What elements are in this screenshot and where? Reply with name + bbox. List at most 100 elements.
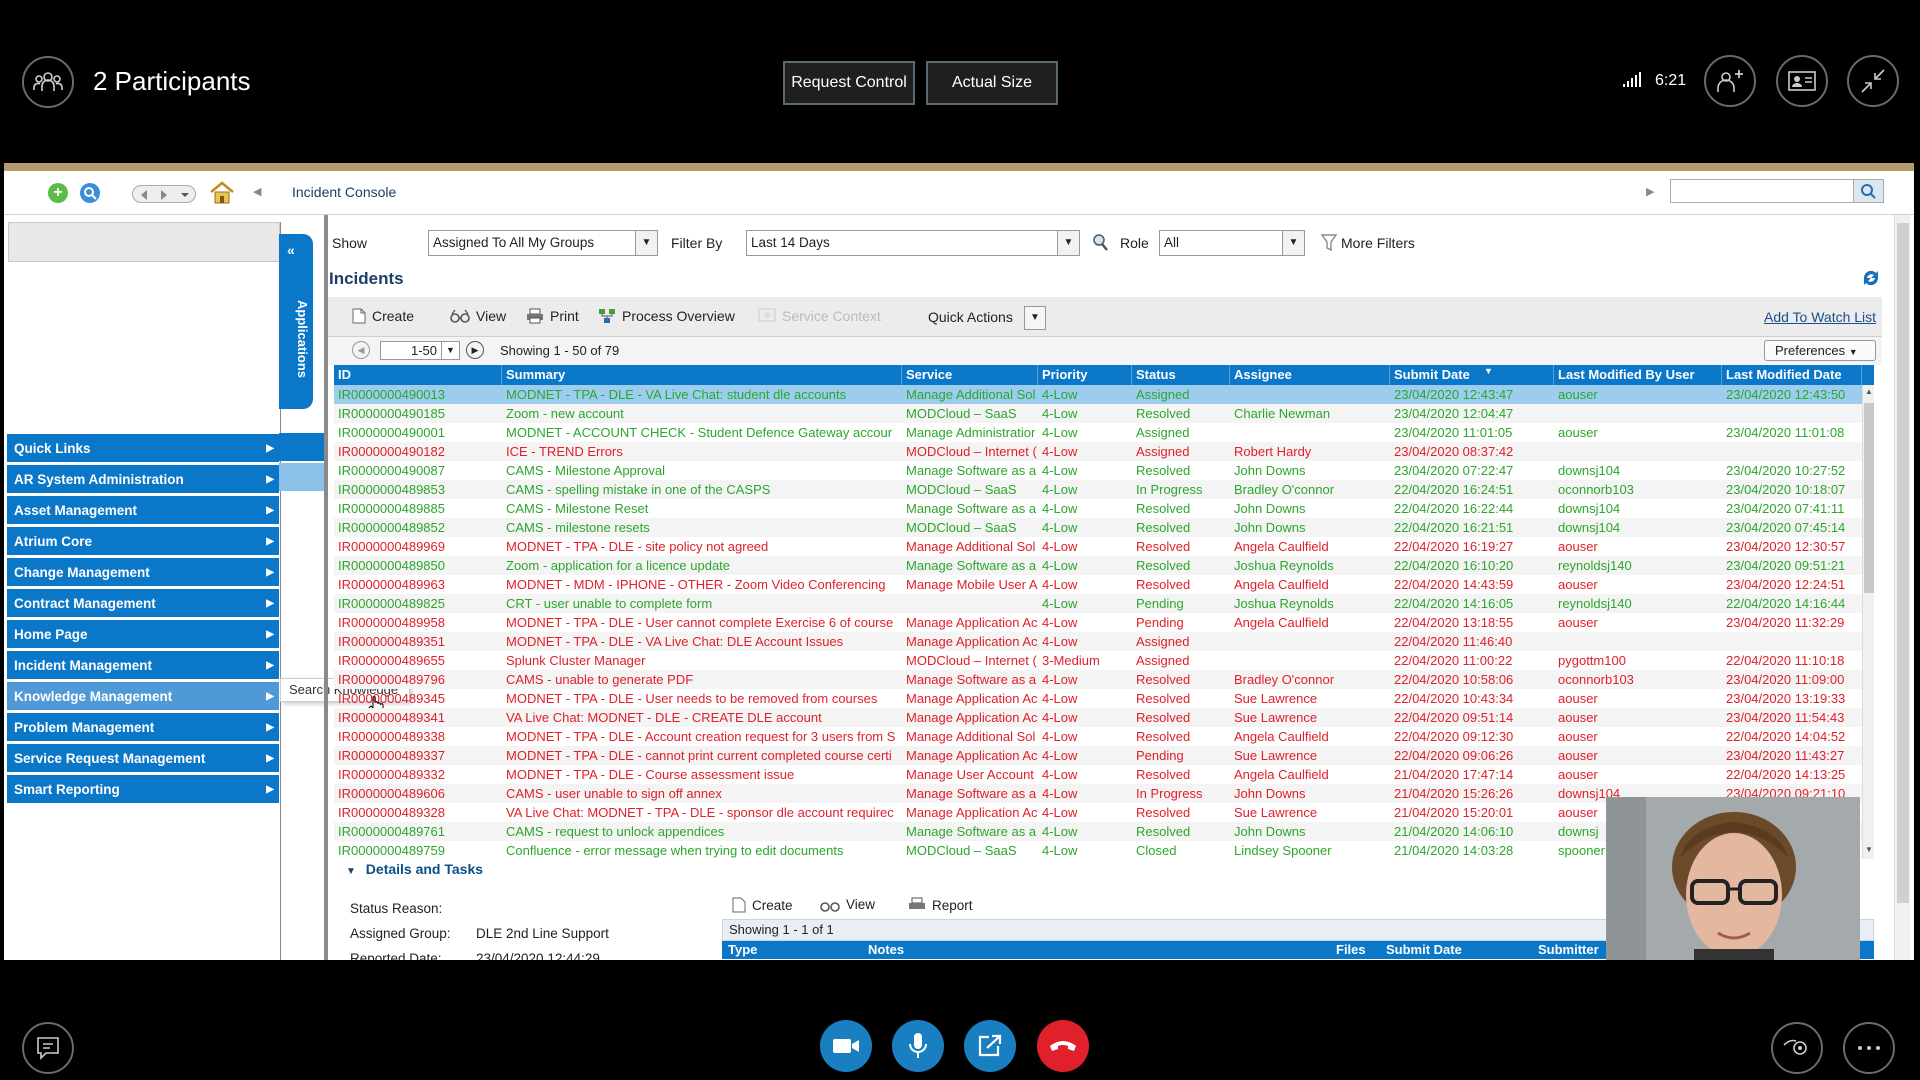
nav-item-atrium-core[interactable]: Atrium Core ▶ [7, 527, 279, 556]
refresh-icon[interactable] [1860, 267, 1882, 289]
cell-modby: aouser [1558, 767, 1598, 782]
device-settings-button[interactable] [1771, 1022, 1823, 1074]
column-header-priority[interactable]: Priority [1038, 365, 1132, 385]
video-toggle-button[interactable] [820, 1020, 872, 1072]
cell-service: MODCloud – SaaS [906, 482, 1017, 497]
search-icon[interactable] [80, 183, 100, 203]
window-scrollbar-thumb[interactable] [1897, 223, 1909, 903]
cell-moddate: 23/04/2020 12:43:50 [1726, 387, 1846, 402]
column-header-assignee[interactable]: Assignee [1230, 365, 1390, 385]
more-filters-link[interactable]: More Filters [1341, 235, 1415, 251]
view-button[interactable]: View [450, 308, 506, 324]
column-header-service[interactable]: Service [902, 365, 1038, 385]
column-header-last-modified-date[interactable]: Last Modified Date [1722, 365, 1862, 385]
table-row[interactable]: IR0000000489345 MODNET - TPA - DLE - User… [334, 689, 1862, 708]
next-page-button[interactable]: ▶ [466, 341, 484, 359]
quick-actions-dropdown[interactable]: ▼ [1024, 306, 1046, 330]
window-scrollbar[interactable] [1894, 215, 1910, 960]
column-header-id[interactable]: ID [334, 365, 502, 385]
global-search-input[interactable] [1670, 179, 1884, 203]
table-row[interactable]: IR0000000489332 MODNET - TPA - DLE - Cour… [334, 765, 1862, 784]
cell-service: Manage Software as a [906, 501, 1037, 516]
collapse-panel-icon[interactable]: « [287, 242, 295, 258]
add-to-watch-list-link[interactable]: Add To Watch List [1764, 309, 1876, 325]
preferences-button[interactable]: Preferences ▼ [1764, 340, 1876, 361]
cell-modby: reynoldsj140 [1558, 596, 1632, 611]
role-search-icon[interactable] [1091, 232, 1111, 254]
table-row[interactable]: IR0000000490185 Zoom - new account MODClou… [334, 404, 1862, 423]
applications-tab[interactable]: « Applications [279, 234, 313, 409]
filter-by-select[interactable]: Last 14 Days ▼ [746, 230, 1080, 256]
page-range-select[interactable]: 1-50 ▼ [380, 341, 460, 360]
column-header-summary[interactable]: Summary [502, 365, 902, 385]
scrollbar-thumb[interactable] [1864, 403, 1874, 593]
expand-right-icon[interactable]: ▶ [1646, 185, 1654, 198]
table-row[interactable]: IR0000000489963 MODNET - MDM - IPHONE - O… [334, 575, 1862, 594]
home-icon[interactable] [208, 180, 236, 206]
collapse-left-icon[interactable]: ◀ [253, 185, 261, 198]
nav-item-incident-management[interactable]: Incident Management ▶ [7, 651, 279, 680]
column-header-submit-date[interactable]: Submit Date [1390, 365, 1554, 385]
nav-item-service-request-management[interactable]: Service Request Management ▶ [7, 744, 279, 773]
task-create-button[interactable]: Create [732, 897, 793, 913]
role-select[interactable]: All ▼ [1159, 230, 1305, 256]
scroll-up-icon[interactable]: ▲ [1864, 387, 1874, 396]
table-row[interactable]: IR0000000489655 Splunk Cluster Manager MOD… [334, 651, 1862, 670]
add-participant-button[interactable] [1704, 55, 1756, 107]
table-row[interactable]: IR0000000489341 VA Live Chat: MODNET - DL… [334, 708, 1862, 727]
column-header-last-modified-by-user[interactable]: Last Modified By User [1554, 365, 1722, 385]
request-control-button[interactable]: Request Control [783, 61, 915, 105]
table-row[interactable]: IR0000000489852 CAMS - milestone resets MO… [334, 518, 1862, 537]
table-row[interactable]: IR0000000489958 MODNET - TPA - DLE - User… [334, 613, 1862, 632]
nav-item-change-management[interactable]: Change Management ▶ [7, 558, 279, 587]
column-header-status[interactable]: Status [1132, 365, 1230, 385]
print-button[interactable]: Print [526, 308, 579, 324]
cell-service: Manage Application Ac [906, 710, 1038, 725]
contact-card-button[interactable] [1776, 55, 1828, 107]
nav-item-asset-management[interactable]: Asset Management ▶ [7, 496, 279, 525]
show-select[interactable]: Assigned To All My Groups ▼ [428, 230, 658, 256]
table-scrollbar[interactable]: ▲ ▼ [1862, 385, 1874, 859]
nav-item-ar-system-administration[interactable]: AR System Administration ▶ [7, 465, 279, 494]
task-view-button[interactable]: View [820, 897, 875, 912]
process-overview-button[interactable]: Process Overview [598, 308, 735, 324]
table-row[interactable]: IR0000000489351 MODNET - TPA - DLE - VA L… [334, 632, 1862, 651]
nav-item-problem-management[interactable]: Problem Management ▶ [7, 713, 279, 742]
table-row[interactable]: IR0000000489853 CAMS - spelling mistake i… [334, 480, 1862, 499]
nav-item-home-page[interactable]: Home Page ▶ [7, 620, 279, 649]
participants-label: 2 Participants [93, 66, 251, 96]
actual-size-button[interactable]: Actual Size [926, 61, 1058, 105]
table-row[interactable]: IR0000000490087 CAMS - Milestone Approval… [334, 461, 1862, 480]
table-row[interactable]: IR0000000490001 MODNET - ACCOUNT CHECK - … [334, 423, 1862, 442]
new-icon[interactable]: + [48, 183, 68, 203]
table-row[interactable]: IR0000000489850 Zoom - application for a … [334, 556, 1862, 575]
chat-button[interactable] [22, 1022, 74, 1074]
global-search-button[interactable] [1853, 180, 1883, 202]
mute-button[interactable] [892, 1020, 944, 1072]
cell-service: MODCloud – Internet ( [906, 653, 1037, 668]
table-row[interactable]: IR0000000490013 MODNET - TPA - DLE - VA L… [334, 385, 1862, 404]
task-report-button[interactable]: Report [908, 897, 973, 913]
table-row[interactable]: IR0000000489885 CAMS - Milestone Reset Man… [334, 499, 1862, 518]
table-row[interactable]: IR0000000489825 CRT - user unable to comp… [334, 594, 1862, 613]
table-row[interactable]: IR0000000490182 ICE - TREND Errors MODClou… [334, 442, 1862, 461]
table-row[interactable]: IR0000000489969 MODNET - TPA - DLE - site… [334, 537, 1862, 556]
nav-item-quick-links[interactable]: Quick Links ▶ [7, 434, 279, 463]
cell-modby [1554, 632, 1722, 651]
minimize-view-button[interactable] [1847, 55, 1899, 107]
table-row[interactable]: IR0000000489338 MODNET - TPA - DLE - Acco… [334, 727, 1862, 746]
prev-page-button[interactable]: ◀ [352, 341, 370, 359]
table-row[interactable]: IR0000000489337 MODNET - TPA - DLE - cann… [334, 746, 1862, 765]
nav-item-smart-reporting[interactable]: Smart Reporting ▶ [7, 775, 279, 804]
create-button[interactable]: Create [352, 308, 414, 324]
participants-button[interactable] [22, 56, 74, 108]
scroll-down-icon[interactable]: ▼ [1864, 845, 1874, 854]
table-row[interactable]: IR0000000489796 CAMS - unable to generate… [334, 670, 1862, 689]
share-screen-button[interactable] [964, 1020, 1016, 1072]
hang-up-button[interactable] [1037, 1020, 1089, 1072]
back-forward-icon[interactable] [132, 185, 196, 203]
task-view-label: View [846, 897, 876, 912]
more-options-button[interactable] [1843, 1022, 1895, 1074]
nav-item-contract-management[interactable]: Contract Management ▶ [7, 589, 279, 618]
nav-item-knowledge-management[interactable]: Knowledge Management ▶ [7, 682, 279, 711]
